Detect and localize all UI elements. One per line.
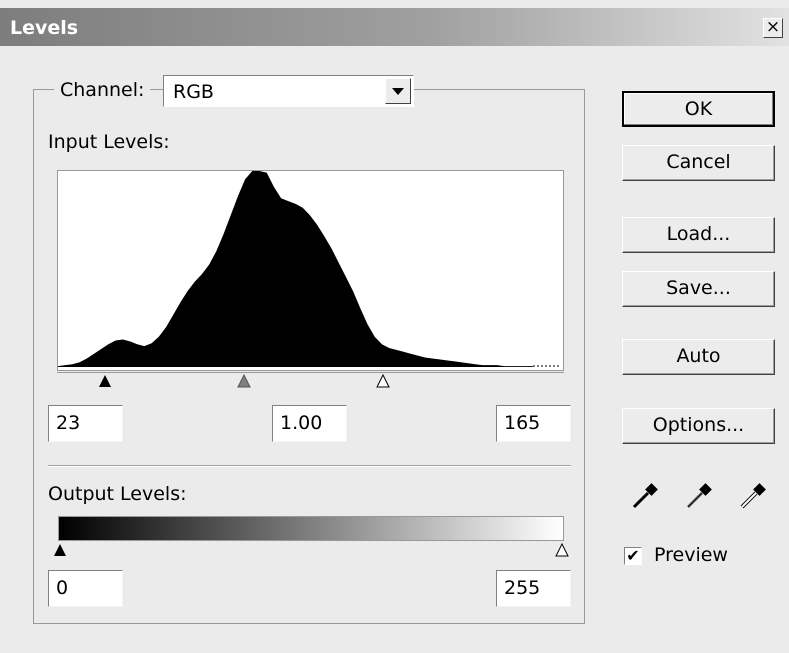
histogram <box>57 170 564 371</box>
chevron-down-icon[interactable] <box>385 78 411 104</box>
options-button[interactable]: Options... <box>622 408 775 444</box>
ok-button[interactable]: OK <box>622 91 775 127</box>
input-white-field[interactable]: 165 <box>496 405 571 442</box>
auto-button[interactable]: Auto <box>622 339 775 375</box>
cancel-button[interactable]: Cancel <box>622 145 775 181</box>
load-button[interactable]: Load... <box>622 217 775 253</box>
title-bar: Levels × <box>0 8 789 46</box>
input-gamma-field[interactable]: 1.00 <box>272 405 347 442</box>
channel-label: Channel: <box>54 79 151 101</box>
gray-eyedropper-icon[interactable] <box>684 481 714 511</box>
window-title: Levels <box>10 17 79 39</box>
close-button[interactable]: × <box>763 18 783 38</box>
output-white-slider[interactable] <box>555 543 569 557</box>
output-levels-label: Output Levels: <box>48 483 187 505</box>
white-eyedropper-icon[interactable] <box>738 481 768 511</box>
separator <box>48 465 571 467</box>
gamma-slider[interactable] <box>237 374 251 388</box>
output-gradient <box>58 516 564 541</box>
preview-label: Preview <box>654 544 728 566</box>
black-eyedropper-icon[interactable] <box>630 481 660 511</box>
histogram-area <box>58 171 533 367</box>
input-slider-track <box>57 372 564 373</box>
input-levels-label: Input Levels: <box>48 131 170 153</box>
output-black-field[interactable]: 0 <box>48 570 123 607</box>
histogram-chart <box>58 171 561 367</box>
output-black-slider[interactable] <box>53 543 67 557</box>
save-button[interactable]: Save... <box>622 271 775 307</box>
output-white-field[interactable]: 255 <box>496 570 571 607</box>
input-black-field[interactable]: 23 <box>48 405 123 442</box>
black-point-slider[interactable] <box>98 374 112 388</box>
channel-select[interactable]: RGB <box>163 75 414 107</box>
channel-value: RGB <box>173 81 214 103</box>
white-point-slider[interactable] <box>376 374 390 388</box>
preview-checkbox[interactable]: ✔ <box>624 547 642 565</box>
